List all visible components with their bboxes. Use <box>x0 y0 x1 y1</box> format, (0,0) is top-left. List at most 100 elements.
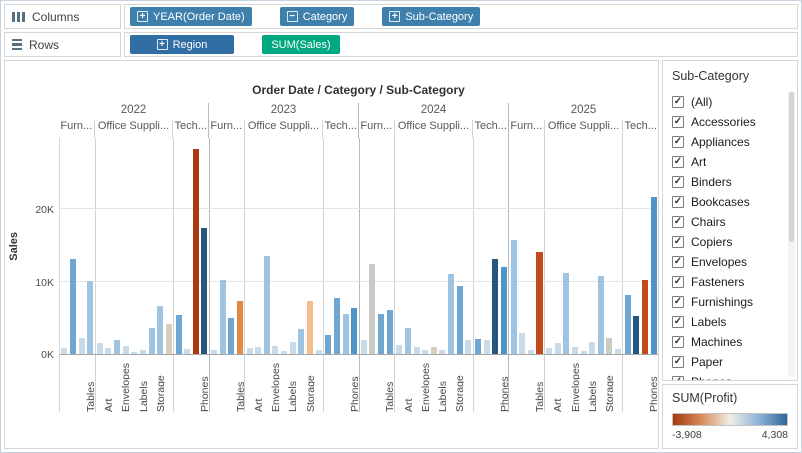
filter-item[interactable]: ✓Chairs <box>663 212 797 232</box>
category-header[interactable]: Office Suppli... <box>245 120 324 138</box>
year-header[interactable]: 2025 <box>509 103 658 120</box>
bar[interactable] <box>414 347 420 354</box>
bar[interactable] <box>201 228 207 354</box>
x-axis-label[interactable]: Storage <box>156 358 165 412</box>
bar[interactable] <box>642 280 648 354</box>
category-header[interactable]: Furn... <box>59 120 95 138</box>
x-axis-label[interactable]: Labels <box>288 358 297 412</box>
filter-item[interactable]: ✓Art <box>663 152 797 172</box>
filter-item[interactable]: ✓Binders <box>663 172 797 192</box>
checkbox-checked-icon[interactable]: ✓ <box>672 116 684 128</box>
bar[interactable] <box>448 274 454 354</box>
x-axis-label[interactable]: Envelopes <box>421 358 430 412</box>
bar[interactable] <box>598 276 604 354</box>
category-header[interactable]: Tech... <box>473 120 508 138</box>
bar[interactable] <box>572 347 578 354</box>
checkbox-checked-icon[interactable]: ✓ <box>672 256 684 268</box>
pill-year-order-date[interactable]: + YEAR(Order Date) <box>130 7 252 26</box>
filter-item[interactable]: ✓Envelopes <box>663 252 797 272</box>
checkbox-checked-icon[interactable]: ✓ <box>672 176 684 188</box>
bar[interactable] <box>220 280 226 354</box>
bar[interactable] <box>140 350 146 354</box>
category-header[interactable]: Office Suppli... <box>395 120 474 138</box>
bar[interactable] <box>149 328 155 354</box>
x-axis-label[interactable]: Tables <box>236 358 245 412</box>
bar[interactable] <box>105 348 111 354</box>
bar[interactable] <box>272 346 278 354</box>
x-axis-label[interactable]: Phones <box>350 358 359 412</box>
year-header[interactable]: 2024 <box>359 103 509 120</box>
bar[interactable] <box>387 310 393 354</box>
filter-item[interactable]: ✓Accessories <box>663 112 797 132</box>
category-header[interactable]: Tech... <box>173 120 208 138</box>
bar[interactable] <box>228 318 234 354</box>
year-header[interactable]: 2022 <box>59 103 209 120</box>
bar[interactable] <box>131 352 137 354</box>
bar[interactable] <box>316 350 322 354</box>
filter-item[interactable]: ✓Copiers <box>663 232 797 252</box>
bar[interactable] <box>334 298 340 354</box>
x-axis-label[interactable]: Art <box>404 358 413 412</box>
x-axis-label[interactable]: Tables <box>86 358 95 412</box>
bar[interactable] <box>633 316 639 354</box>
bar[interactable] <box>563 273 569 354</box>
filter-item[interactable]: ✓Labels <box>663 312 797 332</box>
pill-region[interactable]: + Region <box>130 35 234 54</box>
category-header[interactable]: Tech... <box>323 120 358 138</box>
checkbox-checked-icon[interactable]: ✓ <box>672 376 684 381</box>
x-axis-label[interactable]: Phones <box>500 358 509 412</box>
x-axis-label[interactable]: Labels <box>139 358 148 412</box>
year-header[interactable]: 2023 <box>209 103 359 120</box>
category-header[interactable]: Furn... <box>359 120 395 138</box>
bar[interactable] <box>211 350 217 354</box>
bar[interactable] <box>501 267 507 355</box>
bar[interactable] <box>405 328 411 354</box>
x-axis-label[interactable]: Phones <box>649 358 658 412</box>
bar[interactable] <box>281 351 287 354</box>
bar[interactable] <box>536 252 542 354</box>
bar[interactable] <box>369 264 375 354</box>
expand-icon[interactable]: + <box>389 11 400 22</box>
checkbox-checked-icon[interactable]: ✓ <box>672 296 684 308</box>
filter-item[interactable]: ✓Paper <box>663 352 797 372</box>
filter-scrollbar[interactable] <box>788 91 795 377</box>
x-axis-label[interactable]: Labels <box>438 358 447 412</box>
filter-item[interactable]: ✓Furnishings <box>663 292 797 312</box>
checkbox-checked-icon[interactable]: ✓ <box>672 196 684 208</box>
bar[interactable] <box>465 340 471 354</box>
bar[interactable] <box>581 351 587 354</box>
filter-item[interactable]: ✓Appliances <box>663 132 797 152</box>
bar[interactable] <box>519 333 525 354</box>
checkbox-checked-icon[interactable]: ✓ <box>672 276 684 288</box>
bar[interactable] <box>237 301 243 354</box>
checkbox-checked-icon[interactable]: ✓ <box>672 356 684 368</box>
bar[interactable] <box>176 315 182 354</box>
bar[interactable] <box>396 345 402 354</box>
bar[interactable] <box>325 335 331 354</box>
bar[interactable] <box>70 259 76 355</box>
filter-item[interactable]: ✓Phones <box>663 372 797 381</box>
bar[interactable] <box>475 339 481 354</box>
x-axis-label[interactable]: Labels <box>588 358 597 412</box>
filter-item[interactable]: ✓Bookcases <box>663 192 797 212</box>
x-axis-label[interactable]: Phones <box>200 358 209 412</box>
bar[interactable] <box>298 329 304 354</box>
bar[interactable] <box>511 240 517 354</box>
bar[interactable] <box>307 301 313 354</box>
checkbox-checked-icon[interactable]: ✓ <box>672 316 684 328</box>
bar[interactable] <box>97 343 103 354</box>
pill-category[interactable]: − Category <box>280 7 355 26</box>
bar[interactable] <box>184 349 190 354</box>
checkbox-checked-icon[interactable]: ✓ <box>672 216 684 228</box>
category-header[interactable]: Furn... <box>209 120 245 138</box>
bar[interactable] <box>651 197 657 354</box>
bar[interactable] <box>625 295 631 354</box>
checkbox-checked-icon[interactable]: ✓ <box>672 156 684 168</box>
bar[interactable] <box>193 149 199 354</box>
bar[interactable] <box>528 350 534 354</box>
x-axis-label[interactable]: Envelopes <box>571 358 580 412</box>
x-axis-label[interactable]: Storage <box>605 358 614 412</box>
rows-shelf-dropzone[interactable]: + Region SUM(Sales) <box>124 32 798 57</box>
x-axis-label[interactable]: Art <box>553 358 562 412</box>
bar[interactable] <box>606 338 612 354</box>
